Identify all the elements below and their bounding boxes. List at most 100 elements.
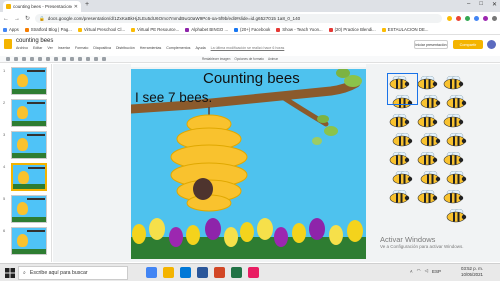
chrome-icon[interactable] [146, 267, 157, 278]
add-icon[interactable] [6, 57, 10, 61]
minimize-icon[interactable]: – [467, 1, 470, 8]
bee-icon[interactable] [388, 113, 410, 128]
extension-icon[interactable] [456, 16, 461, 21]
bee-icon[interactable] [442, 113, 464, 128]
bee-icon[interactable] [416, 75, 438, 90]
bee-icon[interactable] [388, 189, 410, 204]
profile-icon[interactable] [483, 16, 488, 21]
menu-view[interactable]: Ver [47, 46, 52, 50]
browser-tab[interactable]: counting bees - Presentaciones ... ✕ [3, 1, 81, 12]
extension-icon[interactable] [474, 16, 479, 21]
slide-title[interactable]: Counting bees [203, 70, 363, 87]
shape-icon[interactable] [78, 57, 82, 61]
last-edit-link[interactable]: La última modificación se realizó hace 6… [211, 46, 285, 50]
present-button[interactable]: Iniciar presentación [414, 40, 448, 49]
avatar[interactable] [487, 40, 496, 49]
slide-thumbnail[interactable]: 6 [0, 226, 52, 256]
bookmark-item[interactable]: Virtual PE Resource... [131, 27, 179, 32]
bookmark-item[interactable]: (20+) Facebook [234, 27, 270, 32]
bee-icon[interactable] [442, 75, 464, 90]
print-icon[interactable] [30, 57, 34, 61]
menu-file[interactable]: Archivo [16, 46, 28, 50]
animate-button[interactable]: Animar [268, 57, 278, 61]
slide-thumbnail-selected[interactable]: 4 [0, 162, 52, 192]
folder-icon[interactable] [163, 267, 174, 278]
slide-thumbnail[interactable]: 1 [0, 66, 52, 96]
excel-icon[interactable] [231, 267, 242, 278]
bookmark-item[interactable]: Stratford Blog | Pag... [24, 27, 72, 32]
crop-icon[interactable] [94, 57, 98, 61]
app-icon[interactable] [248, 267, 259, 278]
menu-format[interactable]: Formato [75, 46, 88, 50]
slide-thumbnail[interactable]: 2 [0, 98, 52, 128]
slide-thumbnail[interactable]: 5 [0, 194, 52, 224]
reset-image-button[interactable]: Restablecer imagen [202, 57, 230, 61]
zoom-icon[interactable] [46, 57, 50, 61]
menu-edit[interactable]: Editar [33, 46, 42, 50]
slide-thumbnail[interactable]: 3 [0, 130, 52, 160]
slide-subtitle[interactable]: I see 7 bees. [135, 90, 212, 105]
bookmark-item[interactable]: Virtual Preschool Cl... [77, 27, 125, 32]
bee-icon[interactable] [388, 151, 410, 166]
star-icon[interactable] [447, 16, 452, 21]
address-bar[interactable]: 🔒 docs.google.com/presentation/d/1ZxKaBk… [35, 14, 442, 23]
image-icon[interactable] [70, 57, 74, 61]
bookmark-item[interactable]: Alphabet BINGO ... [185, 27, 228, 32]
slide[interactable]: Counting bees I see 7 bees. [131, 69, 366, 259]
bookmark-item[interactable]: (20) Practice Blendi... [328, 27, 376, 32]
taskbar-search-input[interactable]: ⌕ Escribe aquí para buscar [18, 266, 128, 280]
word-icon[interactable] [197, 267, 208, 278]
volume-icon[interactable]: ◁ [425, 268, 428, 274]
menu-help[interactable]: Ayuda [195, 46, 205, 50]
bee-icon[interactable] [445, 94, 467, 109]
bee-icon[interactable] [419, 132, 441, 147]
format-options-button[interactable]: Opciones de formato [234, 57, 264, 61]
bee-icon[interactable] [416, 113, 438, 128]
language-indicator[interactable]: ESP [432, 269, 441, 274]
line-icon[interactable] [86, 57, 90, 61]
selection-box[interactable] [387, 73, 418, 105]
bee-icon[interactable] [445, 208, 467, 223]
forward-icon[interactable]: → [14, 16, 20, 22]
maximize-icon[interactable]: □ [479, 1, 483, 8]
new-tab-icon[interactable]: + [85, 1, 89, 8]
mask-icon[interactable] [102, 57, 106, 61]
chevron-up-icon[interactable]: ˄ [410, 269, 413, 274]
menu-tools[interactable]: Herramientas [140, 46, 162, 50]
bee-icon[interactable] [391, 132, 413, 147]
menu-addons[interactable]: Complementos [166, 46, 190, 50]
bee-icon[interactable] [419, 170, 441, 185]
network-icon[interactable]: ◠ [417, 268, 421, 274]
document-title[interactable]: counting bees [16, 38, 53, 44]
back-icon[interactable]: ← [3, 16, 9, 22]
bee-icon[interactable] [445, 170, 467, 185]
bee-icon[interactable] [391, 170, 413, 185]
powerpoint-icon[interactable] [214, 267, 225, 278]
bookmark-item[interactable]: ESTAULACION DE... [381, 27, 428, 32]
edge-icon[interactable] [180, 267, 191, 278]
bee-icon[interactable] [416, 189, 438, 204]
bookmark-apps[interactable]: Apps [3, 27, 19, 32]
reload-icon[interactable]: ↻ [25, 15, 30, 22]
bee-icon[interactable] [416, 151, 438, 166]
menu-slide[interactable]: Diapositiva [93, 46, 111, 50]
redo-icon[interactable] [22, 57, 26, 61]
bee-icon[interactable] [442, 151, 464, 166]
menu-insert[interactable]: Insertar [58, 46, 70, 50]
bookmark-item[interactable]: Show - Teach Yoon... [276, 27, 323, 32]
paint-format-icon[interactable] [38, 57, 42, 61]
bee-icon[interactable] [445, 132, 467, 147]
taskbar-clock[interactable]: 03:52 p. m. 10/05/2021 [461, 266, 483, 278]
menu-arrange[interactable]: Distribución [116, 46, 135, 50]
bee-icon[interactable] [442, 189, 464, 204]
menu-icon[interactable] [492, 16, 497, 21]
windows-start-icon[interactable] [5, 268, 15, 278]
close-tab-icon[interactable]: ✕ [74, 4, 78, 10]
textbox-icon[interactable] [62, 57, 66, 61]
close-window-icon[interactable]: ✕ [492, 1, 497, 8]
slides-logo-icon[interactable] [4, 39, 12, 49]
extension-icon[interactable] [465, 16, 470, 21]
select-icon[interactable] [54, 57, 58, 61]
undo-icon[interactable] [14, 57, 18, 61]
share-button[interactable]: Compartir [453, 40, 483, 49]
